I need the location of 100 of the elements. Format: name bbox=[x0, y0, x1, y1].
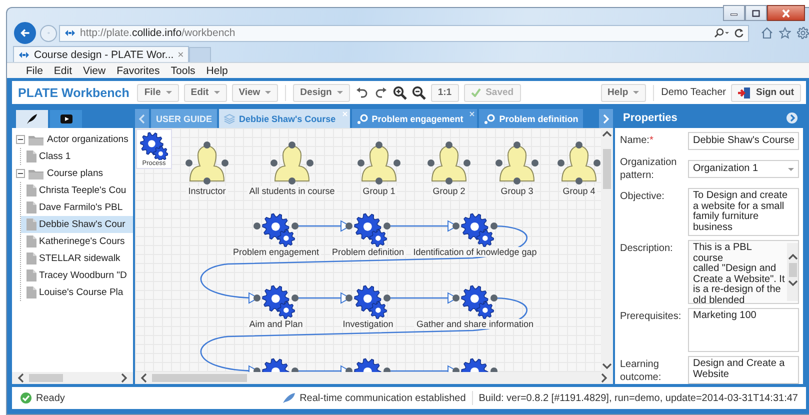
field-label: Prerequisites: bbox=[620, 310, 682, 324]
site-icon bbox=[18, 50, 30, 60]
menu-button[interactable]: View bbox=[232, 84, 278, 102]
document-icon bbox=[26, 235, 37, 248]
refresh-icon[interactable] bbox=[734, 28, 744, 38]
scroll-up-icon[interactable] bbox=[788, 253, 798, 261]
tree-item[interactable]: Tracey Woodburn "D bbox=[21, 267, 133, 284]
sign-out-button[interactable]: Sign out bbox=[731, 84, 801, 102]
text-area[interactable]: Marketing 100 bbox=[688, 308, 800, 352]
search-icon[interactable] bbox=[714, 28, 730, 38]
scrollbar-thumb[interactable] bbox=[29, 374, 63, 382]
tab-title: Course design - PLATE Wor... bbox=[34, 48, 174, 60]
tree-item[interactable]: Dave Farmilo's PBL bbox=[21, 199, 133, 216]
exit-icon bbox=[738, 86, 751, 98]
menu-button[interactable]: Help bbox=[600, 84, 646, 102]
dropdown-field[interactable]: Organization 1 bbox=[688, 160, 800, 178]
node-label: Aim and Plan bbox=[247, 319, 305, 329]
node-label: Problem engagement bbox=[230, 247, 322, 257]
gears-icon[interactable] bbox=[345, 283, 391, 319]
menu-item[interactable]: View bbox=[83, 64, 106, 76]
scroll-left-icon[interactable] bbox=[140, 373, 148, 383]
minimize-button[interactable] bbox=[723, 5, 745, 21]
document-icon bbox=[26, 150, 37, 163]
text-area[interactable]: Design and Create a Website bbox=[688, 356, 800, 384]
scrollbar-thumb[interactable] bbox=[788, 263, 797, 277]
gears-icon[interactable] bbox=[452, 283, 498, 319]
tree-item[interactable]: Katherinege's Cours bbox=[21, 233, 133, 250]
connection-status: Real-time communication established bbox=[300, 392, 466, 404]
zoom-out-icon[interactable] bbox=[412, 86, 426, 100]
document-icon bbox=[26, 252, 37, 265]
video-icon bbox=[60, 114, 72, 124]
menu-item[interactable]: File bbox=[26, 64, 43, 76]
site-icon bbox=[64, 28, 76, 38]
node-label: Investigation bbox=[340, 319, 396, 329]
scrollbar-thumb[interactable] bbox=[152, 374, 247, 382]
scroll-up-icon[interactable] bbox=[602, 130, 612, 138]
redo-icon[interactable] bbox=[374, 86, 388, 98]
close-icon bbox=[781, 8, 791, 18]
menu-item[interactable]: Edit bbox=[54, 64, 72, 76]
build-info: Build: ver=0.8.2 [#1191.4829], run=demo, update=2014-03-31T14:31:47 bbox=[478, 392, 798, 404]
tree-item[interactable]: Louise's Course Pla bbox=[21, 284, 133, 301]
menu-button[interactable]: File bbox=[137, 84, 179, 102]
url-text: http://plate.collide.info/workbench bbox=[80, 27, 236, 39]
settings-icon[interactable] bbox=[797, 27, 809, 39]
document-icon bbox=[26, 201, 37, 214]
tree-item[interactable]: STELLAR sidewalk bbox=[21, 250, 133, 267]
gears-icon[interactable] bbox=[345, 211, 391, 247]
home-icon[interactable] bbox=[761, 27, 773, 39]
address-field[interactable]: http://plate.collide.info/workbench bbox=[59, 24, 749, 42]
feather-icon bbox=[26, 113, 38, 125]
tree-item[interactable]: Christa Teeple's Cou bbox=[21, 182, 133, 199]
field-label: Organization pattern: bbox=[620, 156, 678, 183]
undo-icon[interactable] bbox=[354, 86, 369, 98]
field-label: Objective: bbox=[620, 190, 666, 204]
tabs-right-button[interactable] bbox=[599, 109, 613, 128]
maximize-button[interactable] bbox=[745, 5, 767, 21]
node-label: Identification of knowledge gap bbox=[411, 247, 539, 257]
tree-item[interactable]: Class 1 bbox=[21, 148, 133, 165]
tree-item[interactable]: Actor organizations bbox=[12, 131, 133, 148]
zoom-in-icon[interactable] bbox=[392, 86, 407, 100]
collapse-toggle[interactable] bbox=[16, 135, 25, 144]
tree-item[interactable]: Debbie Shaw's Cour bbox=[21, 216, 133, 233]
user-name: Demo Teacher bbox=[661, 87, 726, 98]
close-button[interactable] bbox=[767, 5, 805, 21]
field-label: Learning outcome: bbox=[620, 358, 662, 384]
text-area[interactable]: This is a PBL course called "Design and Create a Website". It is a re-design of the old blended bbox=[688, 240, 800, 304]
panel-tab[interactable] bbox=[16, 110, 48, 128]
feather-icon bbox=[282, 392, 296, 404]
tree-item[interactable]: Course plans bbox=[12, 165, 133, 182]
text-area[interactable]: To Design and create a website for a small family furniture business bbox=[688, 188, 800, 236]
scroll-down-icon[interactable] bbox=[602, 362, 612, 370]
menu-item[interactable]: Tools bbox=[170, 64, 196, 76]
folder-icon bbox=[28, 134, 44, 146]
gears-icon[interactable] bbox=[452, 211, 498, 247]
input-field[interactable]: Debbie Shaw's Course bbox=[688, 132, 800, 150]
scrollbar-thumb[interactable] bbox=[603, 149, 611, 189]
scroll-right-icon[interactable] bbox=[120, 373, 128, 383]
node-label: Group 1 bbox=[360, 186, 398, 196]
scroll-down-icon[interactable] bbox=[788, 279, 798, 287]
collapse-panel-icon[interactable] bbox=[786, 112, 798, 124]
document-icon bbox=[26, 184, 37, 197]
scroll-right-icon[interactable] bbox=[600, 373, 608, 383]
arrow-left-icon bbox=[20, 27, 30, 39]
browser-tab[interactable]: Course design - PLATE Wor... × bbox=[13, 46, 189, 62]
menu-item[interactable]: Help bbox=[206, 64, 228, 76]
gears-icon[interactable] bbox=[253, 283, 299, 319]
scroll-left-icon[interactable] bbox=[17, 373, 25, 383]
menu-button[interactable]: Design bbox=[293, 84, 350, 102]
document-icon bbox=[26, 286, 37, 299]
node-label: All students in course bbox=[247, 186, 337, 196]
field-label: Name:* bbox=[620, 134, 654, 148]
gears-icon bbox=[140, 132, 168, 160]
collapse-toggle[interactable] bbox=[16, 169, 25, 178]
menu-item[interactable]: Favorites bbox=[116, 64, 160, 76]
star-icon[interactable] bbox=[779, 27, 791, 39]
node-label: Gather and share information bbox=[414, 319, 536, 329]
reset-zoom-button[interactable]: 1:1 bbox=[430, 84, 459, 102]
node-label: Instructor bbox=[186, 186, 228, 196]
gears-icon[interactable] bbox=[253, 211, 299, 247]
menu-button[interactable]: Edit bbox=[184, 84, 227, 102]
